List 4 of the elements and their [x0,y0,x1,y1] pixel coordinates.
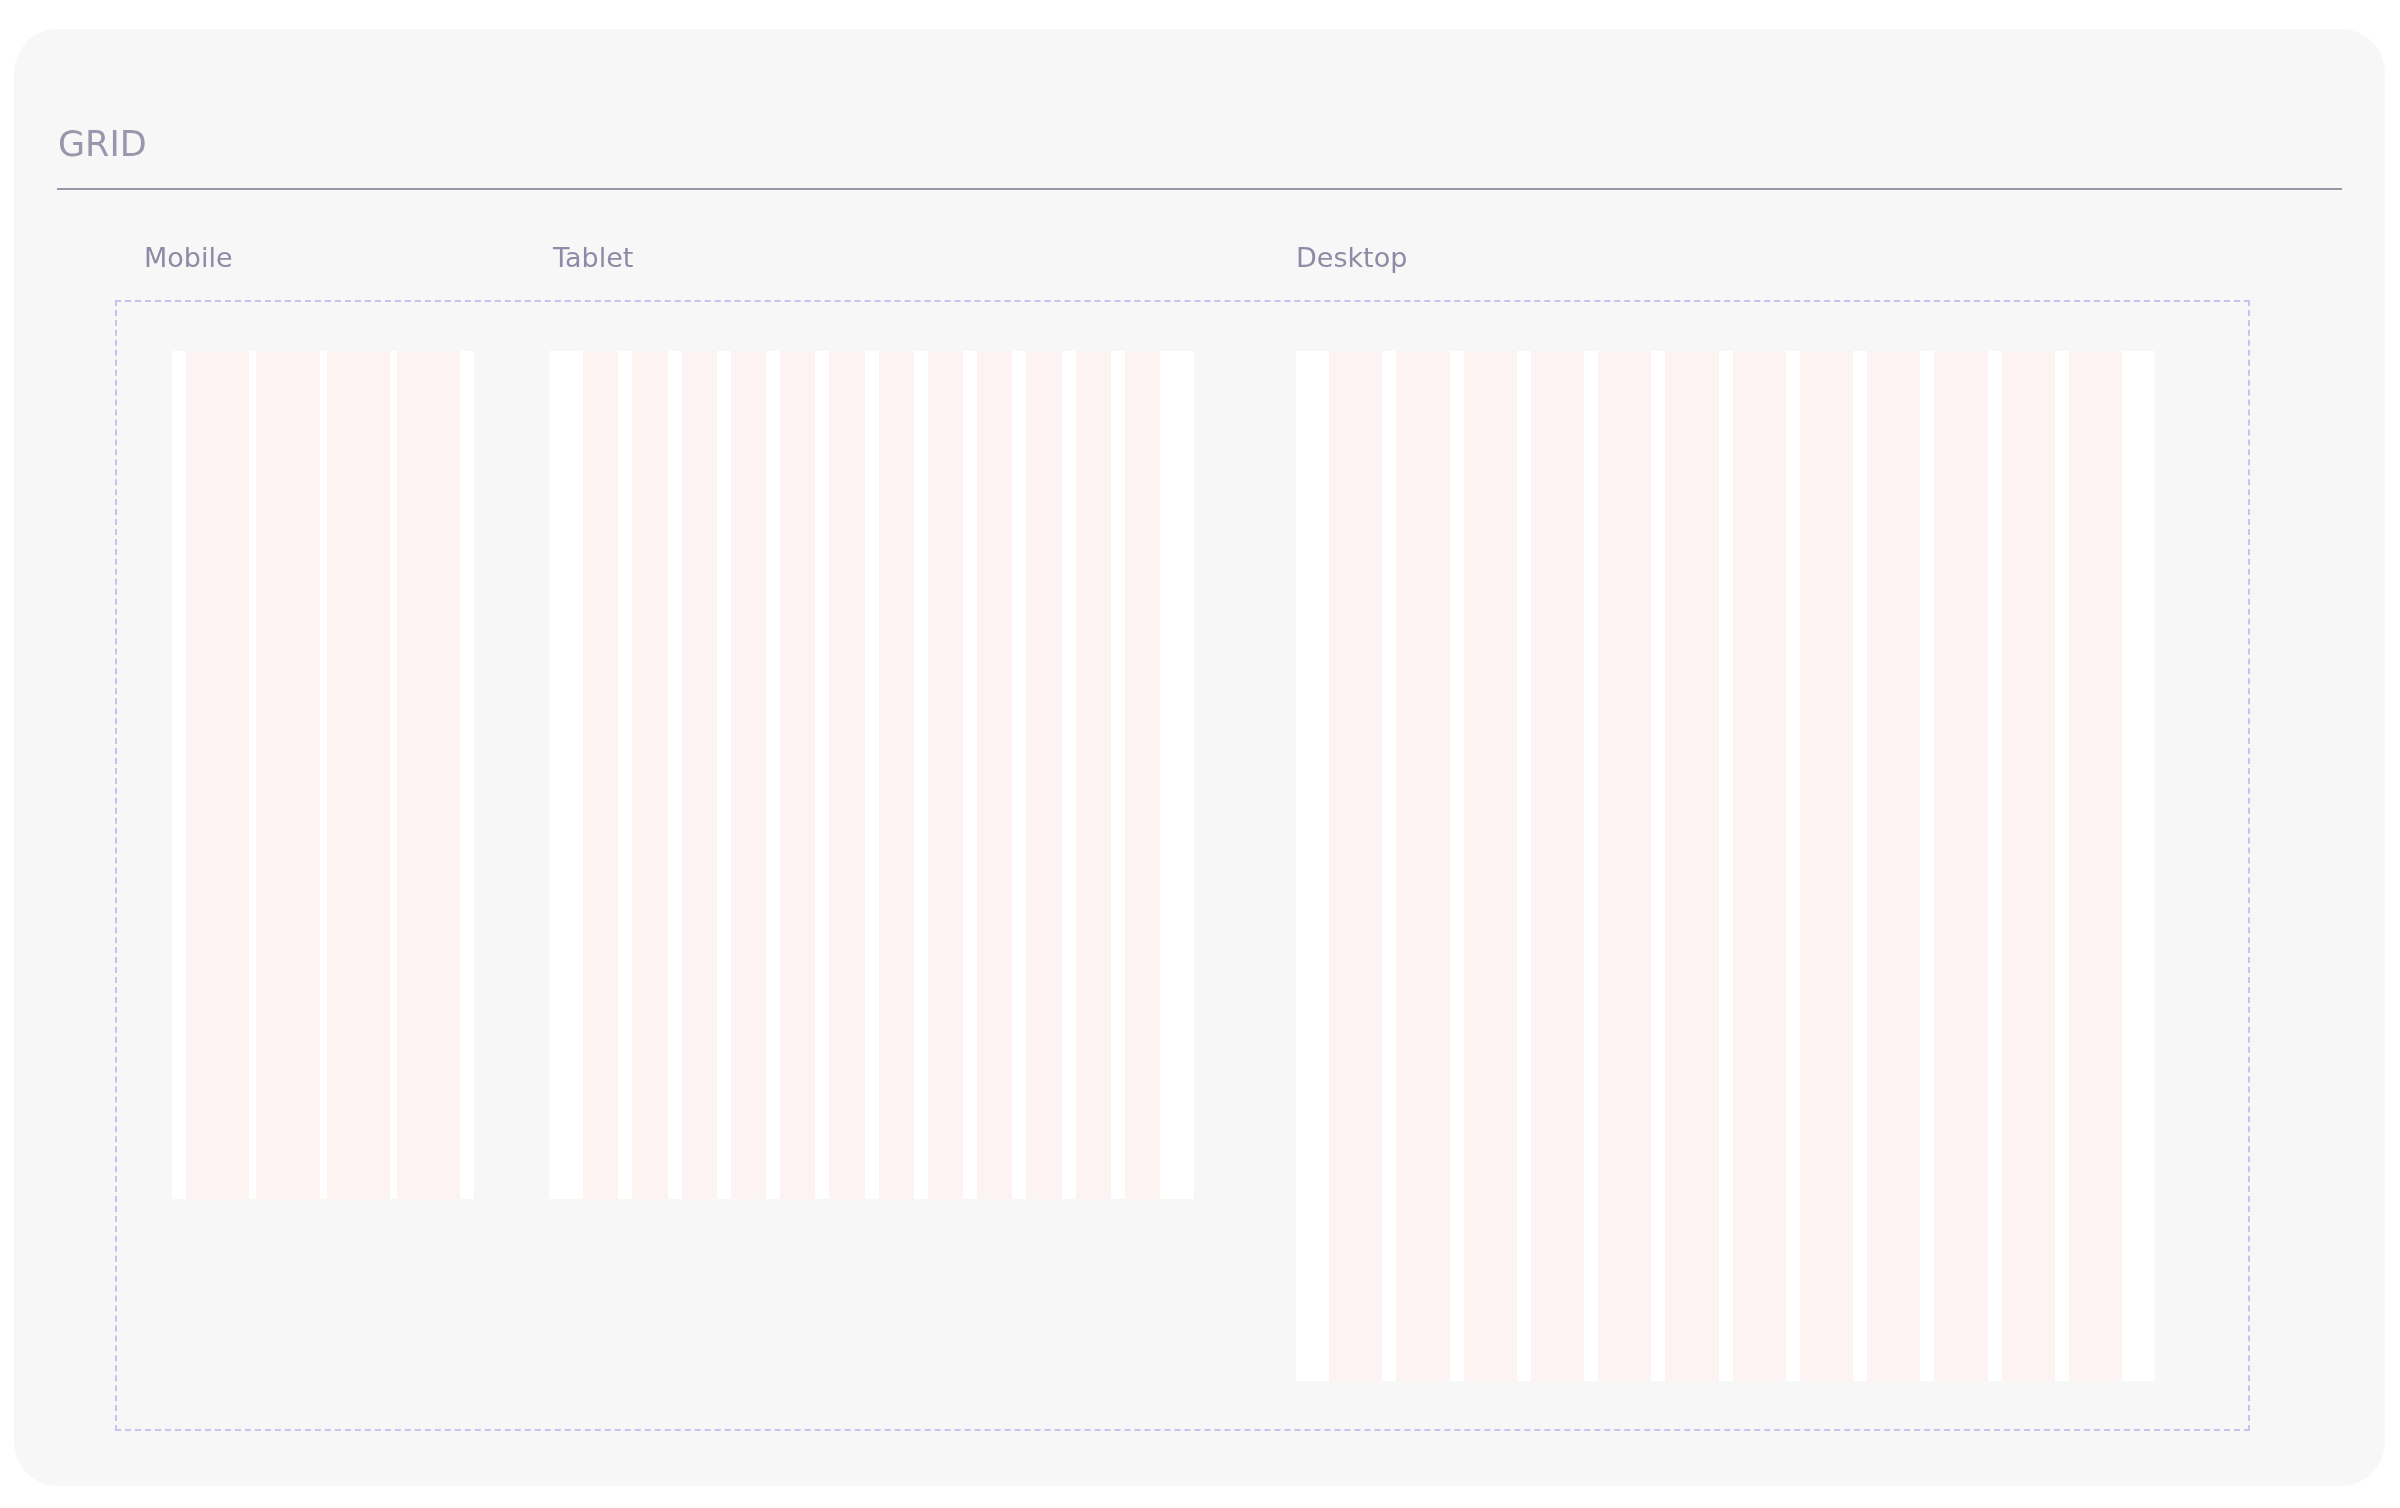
section-title: GRID [57,127,148,162]
breakpoint-label: Desktop [1296,242,1408,273]
breakpoint-label: Tablet [553,242,634,273]
breakpoint-label: Mobile [144,242,233,273]
